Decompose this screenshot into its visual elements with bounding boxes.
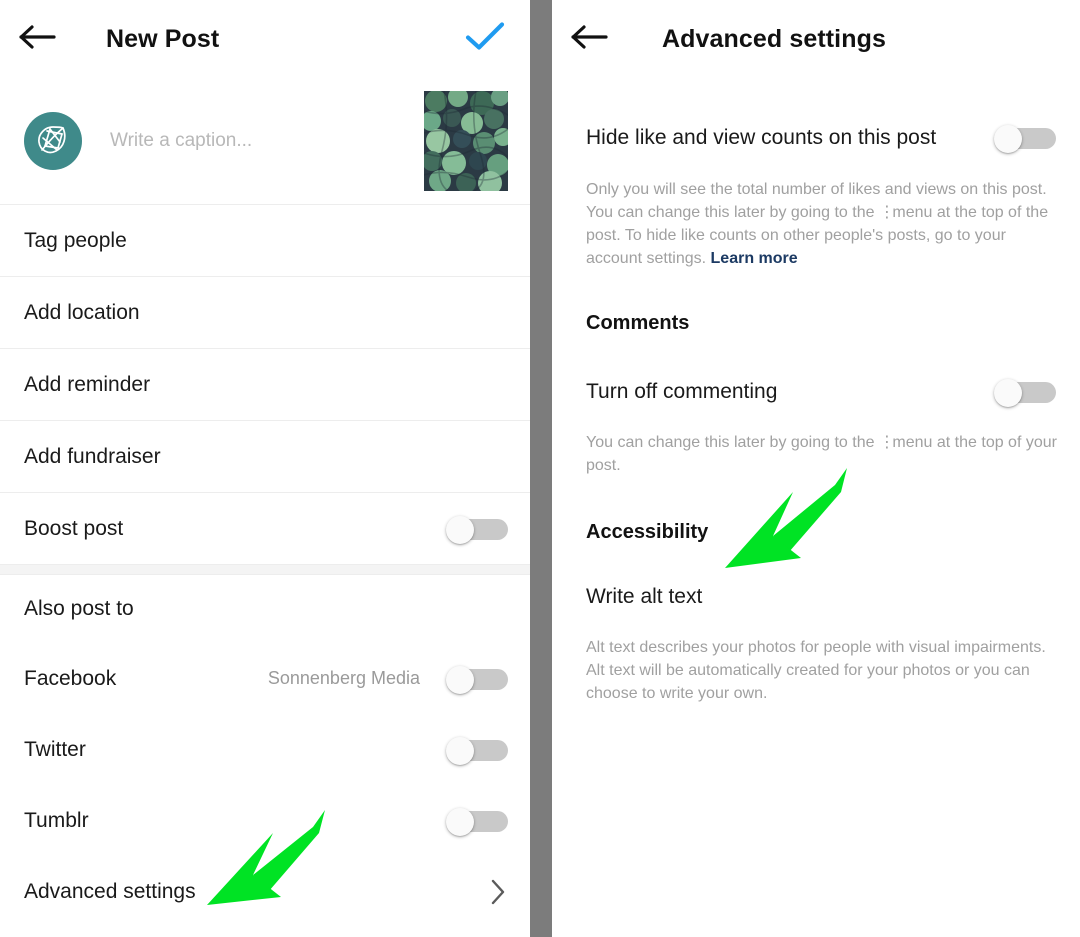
hide-counts-row[interactable]: Hide like and view counts on this post	[552, 100, 1080, 176]
caption-composer-row[interactable]: Write a caption...	[0, 78, 530, 204]
toggle-knob	[446, 736, 474, 765]
back-button-right[interactable]	[552, 24, 620, 55]
check-icon	[464, 21, 506, 58]
list-item-label: Advanced settings	[24, 879, 196, 903]
caption-input[interactable]: Write a caption...	[110, 130, 424, 152]
confirm-post-button[interactable]	[464, 21, 506, 58]
dual-phone-screenshot: New Post Write a caption... Tag people A…	[0, 0, 1080, 937]
arrow-left-icon	[570, 24, 608, 55]
succulent-photo	[424, 91, 508, 191]
list-item-label: Twitter	[24, 737, 86, 761]
list-item-label: Add location	[24, 300, 140, 324]
list-item-label: Add reminder	[24, 372, 151, 396]
post-thumbnail[interactable]	[424, 91, 508, 191]
accessibility-help: Alt text describes your photos for peopl…	[586, 639, 1046, 702]
write-alt-text-label: Write alt text	[586, 585, 703, 608]
avatar	[24, 112, 82, 170]
learn-more-link[interactable]: Learn more	[711, 250, 798, 267]
write-alt-text-row[interactable]: Write alt text	[552, 566, 1080, 628]
list-item-facebook[interactable]: Facebook Sonnenberg Media	[0, 643, 530, 714]
new-post-panel: New Post Write a caption... Tag people A…	[0, 0, 530, 937]
leaf-logo-avatar-icon	[33, 119, 73, 164]
list-item-add-reminder[interactable]: Add reminder	[0, 349, 530, 420]
list-item-boost-post[interactable]: Boost post	[0, 493, 530, 564]
arrow-left-icon	[18, 24, 56, 55]
toggle-knob	[446, 665, 474, 694]
accessibility-heading: Accessibility	[586, 521, 709, 543]
hide-counts-help: Only you will see the total number of li…	[552, 178, 1080, 270]
turn-off-commenting-row[interactable]: Turn off commenting	[552, 357, 1080, 427]
turn-off-commenting-label: Turn off commenting	[586, 380, 778, 403]
facebook-toggle[interactable]	[446, 665, 508, 694]
tumblr-toggle[interactable]	[446, 807, 508, 836]
chevron-right-icon	[488, 877, 508, 907]
page-title-left: New Post	[106, 24, 220, 53]
comments-heading: Comments	[586, 312, 690, 334]
list-item-label: Facebook	[24, 666, 117, 690]
list-item-label: Tumblr	[24, 808, 89, 832]
list-item-add-location[interactable]: Add location	[0, 277, 530, 348]
panel-gutter	[530, 0, 552, 937]
hide-counts-toggle[interactable]	[994, 125, 1056, 153]
boost-post-toggle[interactable]	[446, 515, 508, 544]
list-item-advanced-settings[interactable]: Advanced settings	[0, 856, 530, 927]
overflow-menu-icon: ⋮	[878, 204, 895, 221]
comments-help: You can change this later by going to th…	[552, 431, 1080, 477]
also-post-to-heading: Also post to	[24, 597, 134, 620]
section-divider	[0, 564, 530, 575]
list-item-add-fundraiser[interactable]: Add fundraiser	[0, 421, 530, 492]
annotation-arrow-right	[725, 468, 847, 568]
twitter-toggle[interactable]	[446, 736, 508, 765]
list-item-twitter[interactable]: Twitter	[0, 714, 530, 785]
toggle-knob	[994, 379, 1022, 407]
list-item-label: Add fundraiser	[24, 444, 161, 468]
also-post-to-heading-row: Also post to	[0, 575, 530, 643]
list-item-label: Boost post	[24, 516, 124, 540]
facebook-account-name: Sonnenberg Media	[267, 668, 420, 688]
hide-counts-label: Hide like and view counts on this post	[586, 126, 937, 149]
turn-off-commenting-toggle[interactable]	[994, 379, 1056, 407]
toggle-knob	[994, 125, 1022, 153]
new-post-header: New Post	[0, 0, 530, 78]
page-title-right: Advanced settings	[662, 24, 886, 53]
toggle-knob	[446, 807, 474, 836]
advanced-settings-header: Advanced settings	[552, 0, 1080, 78]
advanced-settings-panel: Advanced settings Hide like and view cou…	[552, 0, 1080, 937]
list-item-label: Tag people	[24, 228, 127, 252]
toggle-knob	[446, 515, 474, 544]
list-item-tumblr[interactable]: Tumblr	[0, 785, 530, 856]
comments-help-part1: You can change this later by going to th…	[586, 434, 875, 451]
list-item-tag-people[interactable]: Tag people	[0, 205, 530, 276]
overflow-menu-icon: ⋮	[878, 434, 895, 451]
back-button-left[interactable]	[0, 24, 68, 55]
